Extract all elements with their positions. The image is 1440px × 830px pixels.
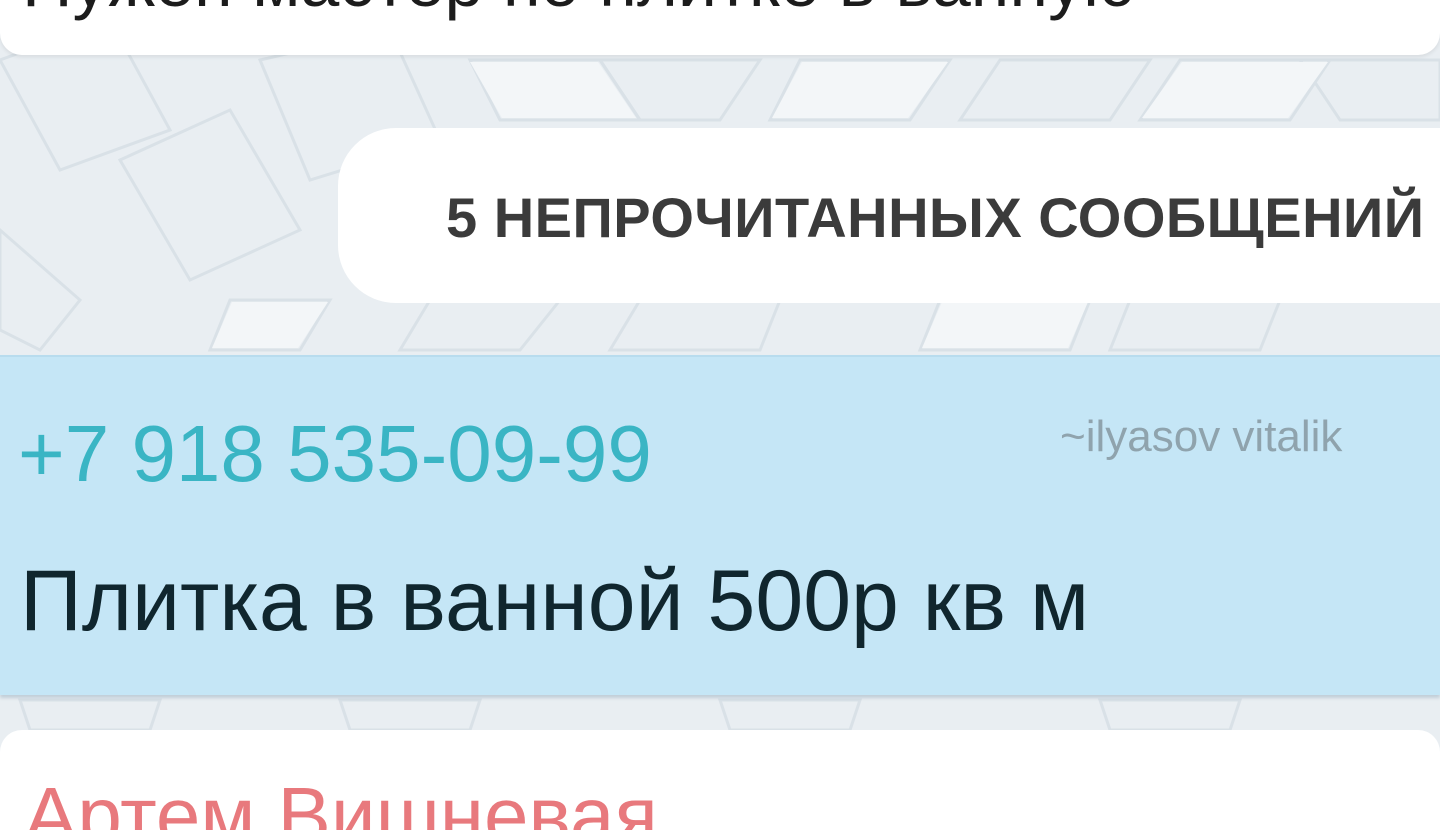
next-message-sender[interactable]: Артем Вишневая xyxy=(24,770,658,830)
sender-phone[interactable]: +7 918 535-09-99 xyxy=(18,408,652,500)
unread-messages-label: 5 НЕПРОЧИТАННЫХ СООБЩЕНИЙ xyxy=(446,186,1425,249)
sender-nickname: ~ilyasov vitalik xyxy=(1060,412,1343,461)
previous-message-text: Нужен мастер по плитке в ванную xyxy=(22,0,1136,22)
next-message-card[interactable]: Артем Вишневая xyxy=(0,730,1440,830)
previous-message-card[interactable]: Нужен мастер по плитке в ванную xyxy=(0,0,1440,55)
message-text: Плитка в ванной 500р кв м xyxy=(20,553,1090,649)
